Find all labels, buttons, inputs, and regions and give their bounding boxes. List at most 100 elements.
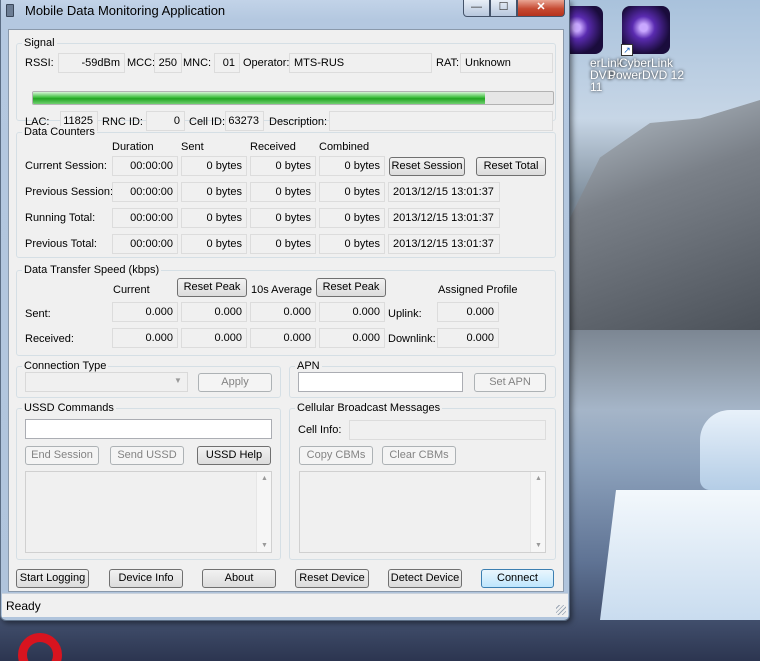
group-title: Connection Type [22, 360, 109, 372]
minimize-button[interactable]: — [463, 0, 490, 17]
resize-grip-icon[interactable] [556, 605, 566, 615]
downlink-value: 0.000 [437, 328, 499, 348]
rssi-value: -59dBm [58, 53, 125, 73]
scroll-up-icon[interactable]: ▲ [535, 475, 542, 482]
connection-type-select[interactable]: ▼ [25, 372, 188, 392]
previous-session-timestamp: 2013/12/15 13:01:37 [388, 182, 500, 202]
reset-peak-current-button[interactable]: Reset Peak [177, 278, 247, 297]
group-title: USSD Commands [22, 402, 116, 414]
current-session-combined: 0 bytes [319, 156, 385, 176]
mnc-label: MNC: [183, 57, 212, 69]
group-title: Data Transfer Speed (kbps) [22, 264, 162, 276]
running-total-sent: 0 bytes [181, 208, 247, 228]
maximize-button[interactable]: ☐ [490, 0, 517, 17]
col-combined: Combined [319, 141, 370, 153]
running-total-combined: 0 bytes [319, 208, 385, 228]
send-ussd-button[interactable]: Send USSD [110, 446, 184, 465]
previous-session-received: 0 bytes [250, 182, 316, 202]
reset-device-button[interactable]: Reset Device [295, 569, 369, 588]
previous-session-duration: 00:00:00 [112, 182, 178, 202]
received-current-peak: 0.000 [181, 328, 247, 348]
col-received: Received [250, 141, 296, 153]
ussd-help-button[interactable]: USSD Help [197, 446, 271, 465]
app-icon [6, 4, 14, 17]
sent-current: 0.000 [112, 302, 178, 322]
title-bar[interactable]: Mobile Data Monitoring Application — ☐ ✕ [1, 0, 569, 21]
cbm-message-area[interactable]: ▲ ▼ [299, 471, 546, 553]
close-button[interactable]: ✕ [517, 0, 565, 17]
signal-strength-bar [32, 91, 554, 105]
mnc-value: 01 [214, 53, 240, 73]
sent-label: Sent: [25, 308, 51, 320]
signal-group: Signal RSSI: -59dBm MCC: 250 MNC: 01 Ope… [16, 37, 556, 131]
uplink-value: 0.000 [437, 302, 499, 322]
reset-peak-average-button[interactable]: Reset Peak [316, 278, 386, 297]
scroll-up-icon[interactable]: ▲ [261, 475, 268, 482]
shortcut-arrow-icon: ↗ [621, 44, 633, 56]
previous-total-duration: 00:00:00 [112, 234, 178, 254]
status-bar: Ready [2, 593, 568, 617]
device-info-button[interactable]: Device Info [109, 569, 183, 588]
row-label-running-total: Running Total: [25, 212, 96, 224]
rssi-label: RSSI: [25, 57, 54, 69]
window-title: Mobile Data Monitoring Application [25, 3, 226, 18]
rat-value: Unknown [460, 53, 553, 73]
received-current: 0.000 [112, 328, 178, 348]
col-sent: Sent [181, 141, 204, 153]
cell-id-value: 63273 [225, 111, 264, 131]
scroll-down-icon[interactable]: ▼ [261, 542, 268, 549]
received-label: Received: [25, 333, 74, 345]
ussd-scrollbar[interactable]: ▲ ▼ [256, 472, 271, 552]
status-text: Ready [6, 599, 41, 613]
start-logging-button[interactable]: Start Logging [16, 569, 89, 588]
group-title: Signal [22, 37, 57, 49]
previous-total-received: 0 bytes [250, 234, 316, 254]
scroll-down-icon[interactable]: ▼ [535, 542, 542, 549]
connect-button[interactable]: Connect [481, 569, 554, 588]
ice-scenery [700, 410, 760, 490]
cell-info-value [349, 420, 546, 440]
apn-input[interactable] [298, 372, 463, 392]
about-button[interactable]: About [202, 569, 276, 588]
desktop-icon-powerdvd12[interactable]: ↗ CyberLink PowerDVD 12 [607, 6, 685, 81]
data-counters-group: Data Counters Duration Sent Received Com… [16, 126, 556, 258]
previous-session-sent: 0 bytes [181, 182, 247, 202]
mountain-scenery [560, 100, 760, 330]
group-title: APN [295, 360, 322, 372]
row-label-current-session: Current Session: [25, 160, 107, 172]
group-title: Cellular Broadcast Messages [295, 402, 443, 414]
cbm-scrollbar[interactable]: ▲ ▼ [530, 472, 545, 552]
current-label: Current [113, 284, 150, 296]
opera-icon[interactable] [18, 633, 62, 661]
assigned-profile-label: Assigned Profile [438, 284, 518, 296]
received-average: 0.000 [250, 328, 316, 348]
rnc-label: RNC ID: [102, 116, 143, 128]
current-session-duration: 00:00:00 [112, 156, 178, 176]
cellular-broadcast-group: Cellular Broadcast Messages Cell Info: C… [289, 402, 556, 560]
ussd-input[interactable] [25, 419, 272, 439]
previous-total-timestamp: 2013/12/15 13:01:37 [388, 234, 500, 254]
end-session-button[interactable]: End Session [25, 446, 99, 465]
cell-id-label: Cell ID: [189, 116, 226, 128]
copy-cbms-button[interactable]: Copy CBMs [299, 446, 373, 465]
reset-total-button[interactable]: Reset Total [476, 157, 546, 176]
current-session-sent: 0 bytes [181, 156, 247, 176]
signal-strength-fill [33, 92, 486, 104]
cell-info-label: Cell Info: [298, 424, 342, 436]
ten-second-average-label: 10s Average [251, 284, 312, 296]
mcc-label: MCC: [127, 57, 156, 69]
detect-device-button[interactable]: Detect Device [388, 569, 462, 588]
sent-average: 0.000 [250, 302, 316, 322]
group-title: Data Counters [22, 126, 97, 138]
description-value [329, 111, 553, 131]
clear-cbms-button[interactable]: Clear CBMs [382, 446, 456, 465]
description-label: Description: [269, 116, 328, 128]
apply-button[interactable]: Apply [198, 373, 272, 392]
sent-current-peak: 0.000 [181, 302, 247, 322]
ussd-group: USSD Commands End Session Send USSD USSD… [16, 402, 281, 560]
downlink-label: Downlink: [388, 333, 436, 345]
current-session-received: 0 bytes [250, 156, 316, 176]
set-apn-button[interactable]: Set APN [474, 373, 546, 392]
reset-session-button[interactable]: Reset Session [389, 157, 465, 176]
ussd-response-area[interactable]: ▲ ▼ [25, 471, 272, 553]
